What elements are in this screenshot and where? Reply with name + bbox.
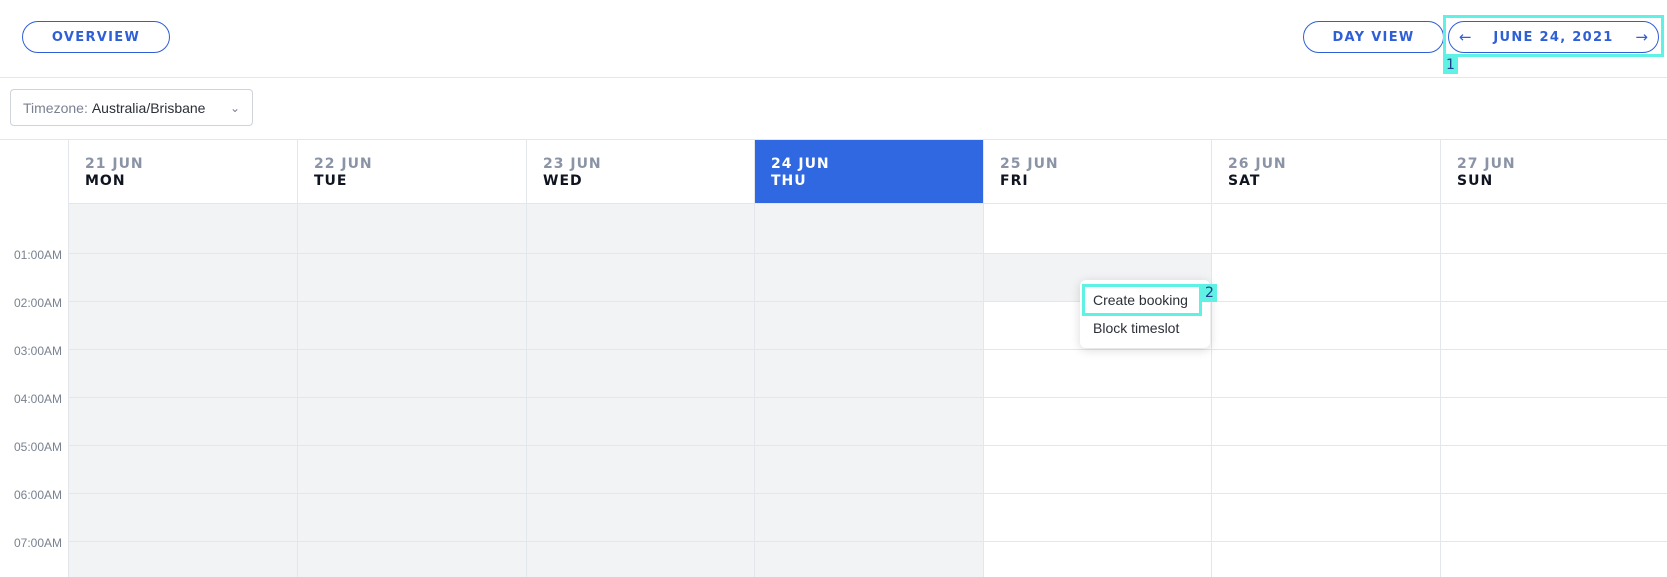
context-menu: Create booking Block timeslot: [1080, 280, 1210, 348]
day-view-button[interactable]: DAY VIEW: [1303, 21, 1444, 53]
day-date: 22 JUN: [314, 156, 373, 172]
day-column-thu[interactable]: [754, 204, 983, 577]
day-header-sun[interactable]: 27 JUN SUN: [1440, 140, 1667, 204]
create-booking-menu-item[interactable]: Create booking: [1080, 286, 1210, 314]
time-label: 03:00AM: [13, 344, 62, 358]
arrow-left-icon[interactable]: ←: [1459, 28, 1472, 46]
day-column-sat[interactable]: [1211, 204, 1440, 577]
day-column-tue[interactable]: [297, 204, 526, 577]
time-label: 04:00AM: [13, 392, 62, 406]
day-date: 23 JUN: [543, 156, 602, 172]
top-bar: OVERVIEW DAY VIEW ← JUNE 24, 2021 → 1: [0, 0, 1667, 78]
day-header-thu[interactable]: 24 JUN THU: [754, 140, 983, 204]
block-timeslot-menu-item[interactable]: Block timeslot: [1080, 314, 1210, 342]
hour-line: [68, 493, 1667, 494]
day-date: 24 JUN: [771, 156, 830, 172]
hour-line: [68, 301, 1667, 302]
day-column-wed[interactable]: [526, 204, 754, 577]
chevron-down-icon: ⌄: [229, 100, 240, 115]
time-label: 07:00AM: [13, 536, 62, 550]
time-label: 02:00AM: [13, 296, 62, 310]
overview-button[interactable]: OVERVIEW: [22, 21, 170, 53]
timezone-value: Australia/Brisbane: [91, 99, 206, 116]
date-navigator: ← JUNE 24, 2021 →: [1448, 21, 1659, 53]
highlight-tag-1: 1: [1443, 56, 1458, 74]
day-date: 26 JUN: [1228, 156, 1287, 172]
day-date: 21 JUN: [85, 156, 144, 172]
time-label: 05:00AM: [13, 440, 62, 454]
hour-line: [68, 445, 1667, 446]
day-header-tue[interactable]: 22 JUN TUE: [297, 140, 526, 204]
time-label: 01:00AM: [13, 248, 62, 262]
calendar-grid: 21 JUN MON 22 JUN TUE 23 JUN WED 24 JUN …: [0, 140, 1667, 577]
arrow-right-icon[interactable]: →: [1635, 28, 1648, 46]
timezone-label: Timezone:: [23, 99, 88, 116]
day-weekday: THU: [771, 173, 807, 189]
hour-line: [68, 541, 1667, 542]
hour-line: [68, 253, 1667, 254]
day-header-fri[interactable]: 25 JUN FRI: [983, 140, 1211, 204]
day-date: 25 JUN: [1000, 156, 1059, 172]
day-column-sun[interactable]: [1440, 204, 1667, 577]
day-weekday: FRI: [1000, 173, 1029, 189]
day-weekday: TUE: [314, 173, 348, 189]
day-header-wed[interactable]: 23 JUN WED: [526, 140, 754, 204]
day-column-mon[interactable]: [68, 204, 297, 577]
day-weekday: WED: [543, 173, 583, 189]
day-header-mon[interactable]: 21 JUN MON: [68, 140, 297, 204]
day-header-sat[interactable]: 26 JUN SAT: [1211, 140, 1440, 204]
timezone-row: Timezone: Australia/Brisbane ⌄: [0, 78, 1667, 140]
day-weekday: SUN: [1457, 173, 1494, 189]
current-date-label[interactable]: JUNE 24, 2021: [1493, 30, 1613, 45]
day-weekday: MON: [85, 173, 126, 189]
timezone-select[interactable]: Timezone: Australia/Brisbane ⌄: [10, 89, 253, 126]
day-weekday: SAT: [1228, 173, 1261, 189]
time-label: 06:00AM: [13, 488, 62, 502]
hour-line: [68, 397, 1667, 398]
highlight-tag-2: 2: [1202, 284, 1217, 302]
day-date: 27 JUN: [1457, 156, 1516, 172]
hour-line: [68, 349, 1667, 350]
